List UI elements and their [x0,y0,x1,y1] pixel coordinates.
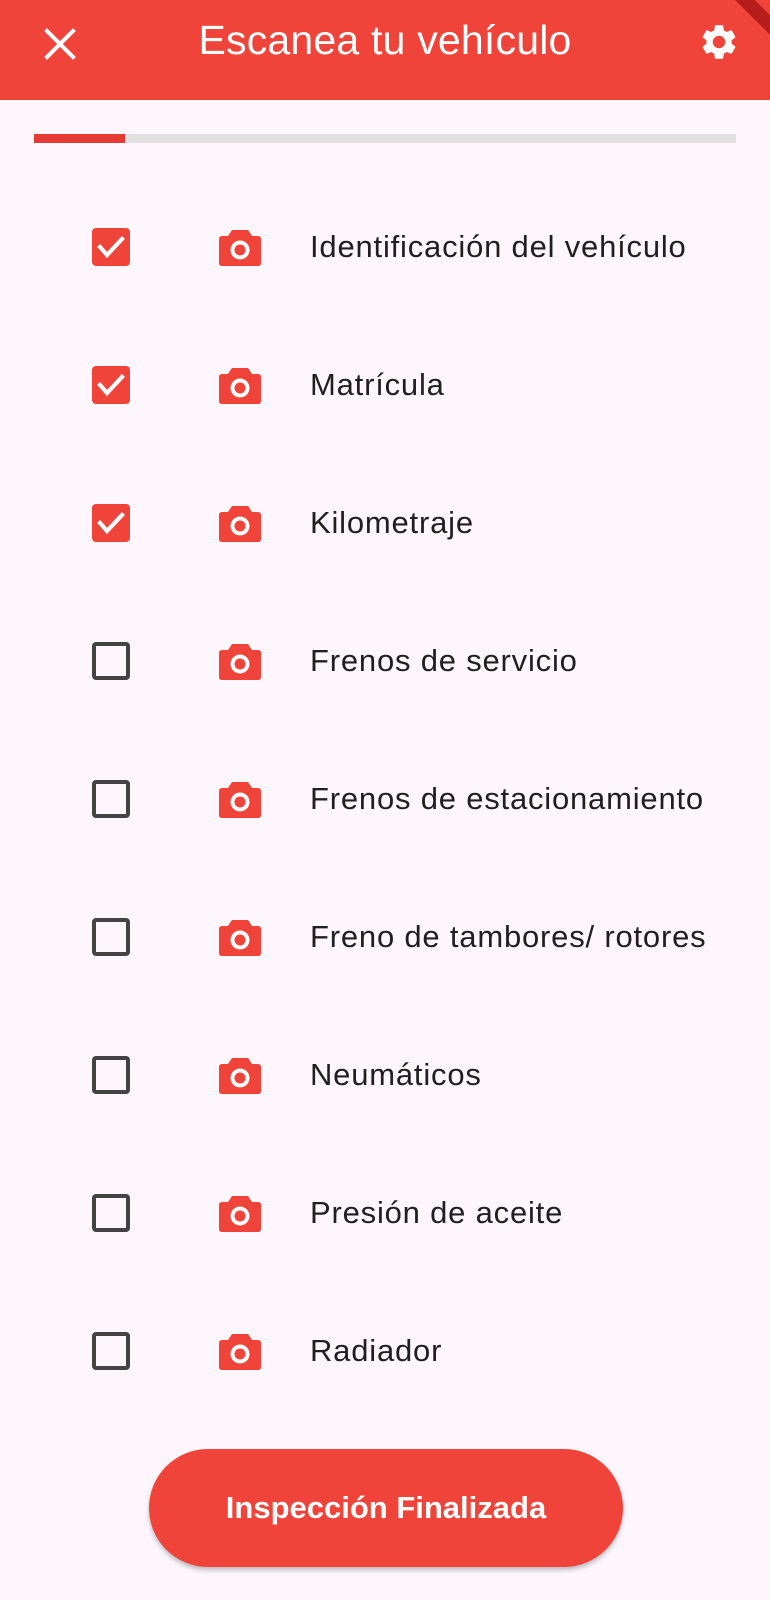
list-item-label: Frenos de estacionamiento [310,781,704,816]
list-item-label: Identificación del vehículo [310,229,687,264]
checkbox-checked[interactable] [92,228,130,266]
list-item: Presión de aceite [0,1144,770,1282]
checkbox-unchecked[interactable] [92,1056,130,1094]
gear-icon [702,25,736,59]
app-bar: Escanea tu vehículo [0,0,770,100]
camera-icon [219,230,261,266]
check-icon [97,236,125,259]
camera-icon [219,368,261,404]
camera-icon [219,782,261,818]
list-item-label: Matrícula [310,367,445,402]
check-icon [97,374,125,397]
list-item-label: Presión de aceite [310,1195,564,1230]
camera-icon [219,1058,261,1094]
page-title: Escanea tu vehículo [198,17,572,63]
finish-inspection-button[interactable]: Inspección Finalizada [149,1449,623,1567]
checkbox-unchecked[interactable] [92,1194,130,1232]
checkbox-unchecked[interactable] [92,918,130,956]
list-item: Frenos de servicio [0,592,770,730]
list-item: Freno de tambores/ rotores [0,868,770,1006]
list-item: Identificación del vehículo [0,178,770,316]
camera-button[interactable] [218,1331,262,1371]
camera-icon [219,506,261,542]
camera-button[interactable] [218,1055,262,1095]
list-item-label: Radiador [310,1333,443,1368]
camera-button[interactable] [218,641,262,681]
progress-bar [34,134,736,143]
list-item: Radiador [0,1282,770,1420]
check-icon [97,512,125,535]
camera-icon [219,920,261,956]
inspection-list: Identificación del vehículo Matrícula Kilo… [0,178,770,1420]
progress-fill [34,134,126,143]
camera-icon [219,644,261,680]
camera-icon [219,1334,261,1370]
checkbox-checked[interactable] [92,504,130,542]
list-item-label: Frenos de servicio [310,643,578,678]
camera-icon [219,1196,261,1232]
list-item: Matrícula [0,316,770,454]
checkbox-unchecked[interactable] [92,642,130,680]
camera-button[interactable] [218,1193,262,1233]
camera-button[interactable] [218,227,262,267]
list-item: Neumáticos [0,1006,770,1144]
camera-button[interactable] [218,365,262,405]
checkbox-checked[interactable] [92,366,130,404]
camera-button[interactable] [218,779,262,819]
camera-button[interactable] [218,917,262,957]
list-item: Kilometraje [0,454,770,592]
list-item: Frenos de estacionamiento [0,730,770,868]
checkbox-unchecked[interactable] [92,780,130,818]
camera-button[interactable] [218,503,262,543]
checkbox-unchecked[interactable] [92,1332,130,1370]
list-item-label: Neumáticos [310,1057,482,1092]
list-item-label: Kilometraje [310,505,474,540]
settings-button[interactable] [696,19,742,65]
list-item-label: Freno de tambores/ rotores [310,919,707,954]
